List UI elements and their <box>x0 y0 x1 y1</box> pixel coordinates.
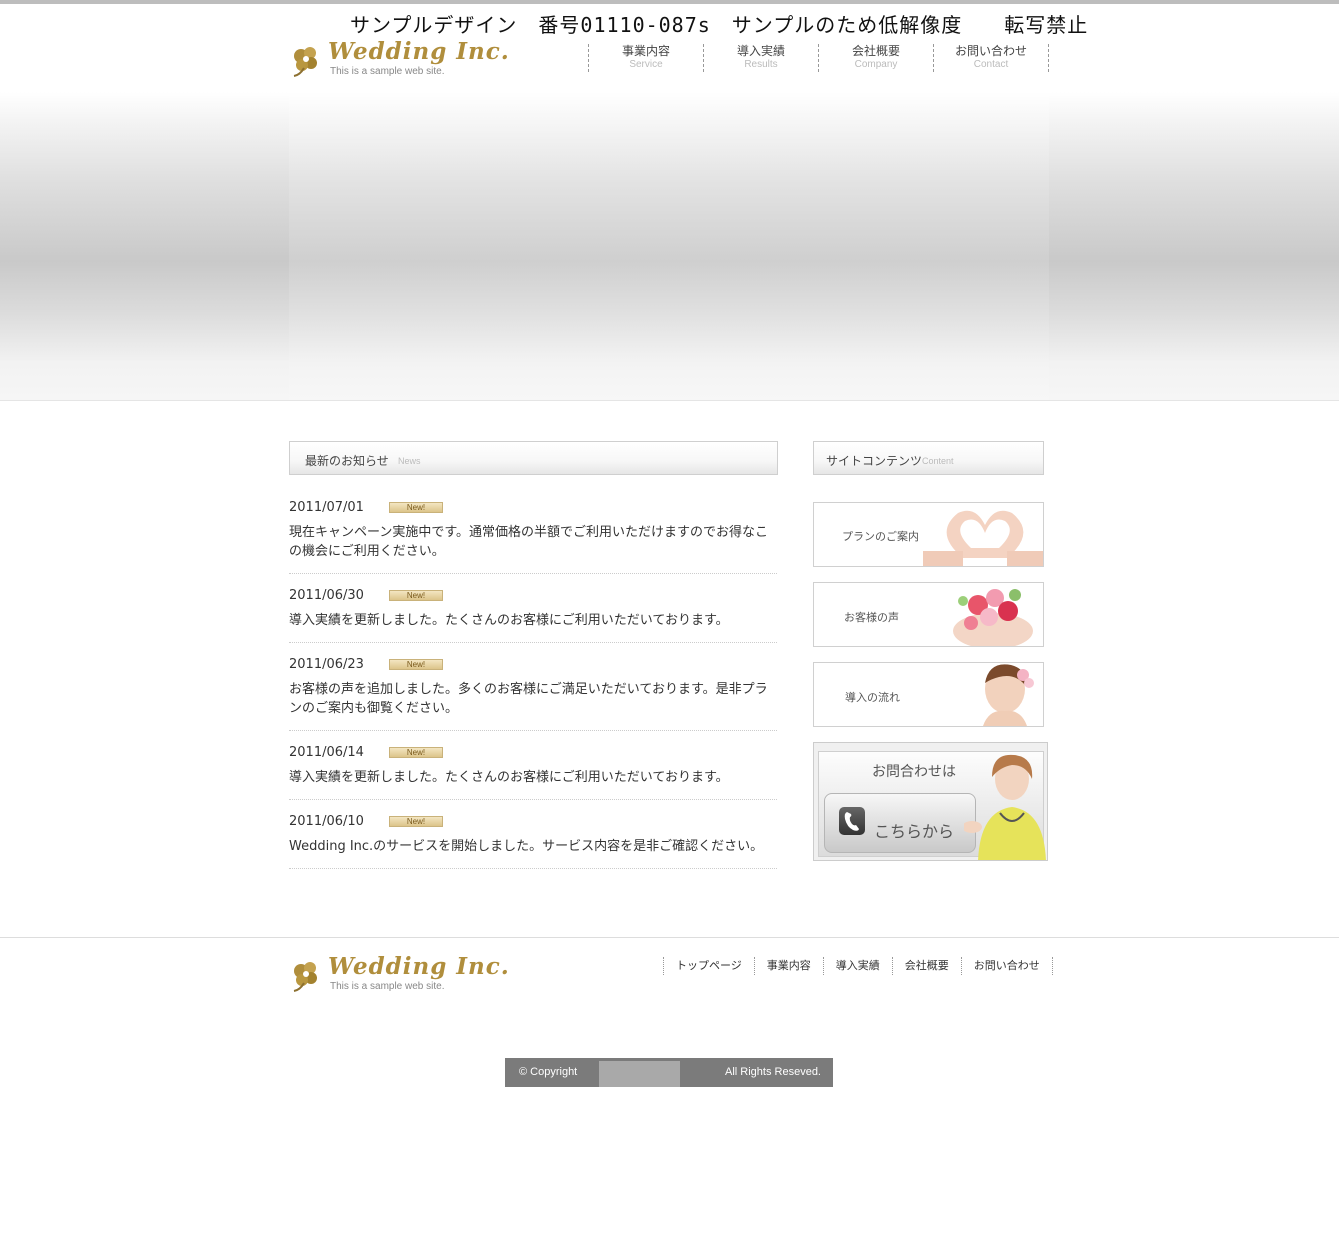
news-date: 2011/06/10 <box>289 813 364 829</box>
header-logo[interactable]: Wedding Inc. This is a sample web site. <box>290 38 509 82</box>
nav-item-results[interactable]: 導入実績 Results <box>704 44 819 72</box>
footer-link-results[interactable]: 導入実績 <box>824 957 893 975</box>
new-badge: New! <box>389 658 443 670</box>
contact-banner[interactable]: お問合わせは こちらから <box>813 742 1048 861</box>
news-text: 導入実績を更新しました。たくさんのお客様にご利用いただいております。 <box>289 613 729 628</box>
top-border <box>0 0 1339 4</box>
news-heading-sub: News <box>398 456 421 466</box>
footer-divider <box>0 937 1339 938</box>
copyright-name-mask <box>599 1061 680 1087</box>
news-date: 2011/06/30 <box>289 587 364 603</box>
new-badge: New! <box>389 815 443 827</box>
news-item: 2011/06/30 New! 導入実績を更新しました。たくさんのお客様にご利用… <box>289 580 777 643</box>
flower-bouquet-image <box>923 583 1043 646</box>
news-item: 2011/06/23 New! お客様の声を追加しました。多くのお客様にご満足い… <box>289 649 777 731</box>
sidebar-heading-sub: Content <box>922 456 954 466</box>
news-text: Wedding Inc.のサービスを開始しました。サービス内容を是非ご確認くださ… <box>289 839 764 854</box>
copyright-left: © Copyright <box>519 1066 578 1078</box>
footer-link-company[interactable]: 会社概要 <box>893 957 962 975</box>
sidebar-heading: サイトコンテンツ Content <box>813 441 1044 475</box>
nav-label: 会社概要 <box>851 44 900 58</box>
sample-watermark: サンプルデザイン 番号01110-087s サンプルのため低解像度 転写禁止 <box>350 13 1089 37</box>
operator-woman-image <box>964 754 1046 860</box>
nav-sublabel: Service <box>629 59 663 70</box>
footer-link-service[interactable]: 事業内容 <box>755 957 824 975</box>
new-badge: New! <box>389 501 443 513</box>
news-item: 2011/06/10 New! Wedding Inc.のサービスを開始しました… <box>289 806 777 869</box>
flower-logo-icon <box>293 962 317 992</box>
news-text: 現在キャンペーン実施中です。通常価格の半額でご利用いただけますのでお得なこの機会… <box>289 525 769 559</box>
nav-item-contact[interactable]: お問い合わせ Contact <box>934 44 1049 72</box>
footer-nav: トップページ 事業内容 導入実績 会社概要 お問い合わせ <box>663 957 1053 975</box>
banner-label: お客様の声 <box>844 611 899 624</box>
nav-sublabel: Contact <box>973 59 1009 70</box>
news-date: 2011/06/23 <box>289 656 364 672</box>
logo-name: Wedding Inc. <box>328 953 510 980</box>
nav-sublabel: Results <box>744 59 778 70</box>
news-heading: 最新のお知らせ News <box>289 441 778 475</box>
hero-banner <box>0 92 1339 400</box>
hero-image-area <box>289 92 1049 400</box>
news-list: 2011/07/01 New! 現在キャンペーン実施中です。通常価格の半額でご利… <box>289 492 777 875</box>
sidebar-heading-title: サイトコンテンツ <box>826 454 923 468</box>
global-nav: 事業内容 Service 導入実績 Results 会社概要 Company お… <box>588 44 1049 72</box>
news-date: 2011/06/14 <box>289 744 364 760</box>
logo-tagline: This is a sample web site. <box>330 981 445 992</box>
copyright-bar: © Copyright All Rights Reseved. <box>505 1058 833 1087</box>
hero-divider <box>0 400 1339 401</box>
nav-label: 導入実績 <box>736 44 785 58</box>
news-item: 2011/07/01 New! 現在キャンペーン実施中です。通常価格の半額でご利… <box>289 492 777 574</box>
news-heading-title: 最新のお知らせ <box>305 454 389 468</box>
news-text: お客様の声を追加しました。多くのお客様にご満足いただいております。是非プランのご… <box>289 682 768 716</box>
banner-label: 導入の流れ <box>845 691 900 704</box>
new-badge: New! <box>389 589 443 601</box>
footer-logo[interactable]: Wedding Inc. This is a sample web site. <box>290 953 509 997</box>
flower-logo-icon <box>293 47 317 77</box>
news-date: 2011/07/01 <box>289 499 364 515</box>
news-text: 導入実績を更新しました。たくさんのお客様にご利用いただいております。 <box>289 770 729 785</box>
footer-link-contact[interactable]: お問い合わせ <box>962 957 1053 975</box>
copyright-right: All Rights Reseved. <box>725 1066 821 1078</box>
voice-banner[interactable]: お客様の声 <box>813 582 1044 647</box>
nav-item-service[interactable]: 事業内容 Service <box>589 44 704 72</box>
news-item: 2011/06/14 New! 導入実績を更新しました。たくさんのお客様にご利用… <box>289 737 777 800</box>
banner-label: プランのご案内 <box>842 530 919 543</box>
contact-button-label: こちらから <box>874 822 955 841</box>
plan-banner[interactable]: プランのご案内 <box>813 502 1044 567</box>
nav-label: お問い合わせ <box>954 44 1027 58</box>
nav-sublabel: Company <box>854 59 898 70</box>
bride-portrait-image <box>923 663 1043 726</box>
phone-icon <box>839 807 865 835</box>
logo-name: Wedding Inc. <box>328 38 510 65</box>
new-badge: New! <box>389 746 443 758</box>
heart-hands-image <box>923 503 1043 566</box>
contact-title: お問合わせは <box>872 764 956 780</box>
nav-item-company[interactable]: 会社概要 Company <box>819 44 934 72</box>
flow-banner[interactable]: 導入の流れ <box>813 662 1044 727</box>
nav-label: 事業内容 <box>621 44 670 58</box>
logo-tagline: This is a sample web site. <box>330 66 445 77</box>
footer-link-top[interactable]: トップページ <box>664 957 755 975</box>
